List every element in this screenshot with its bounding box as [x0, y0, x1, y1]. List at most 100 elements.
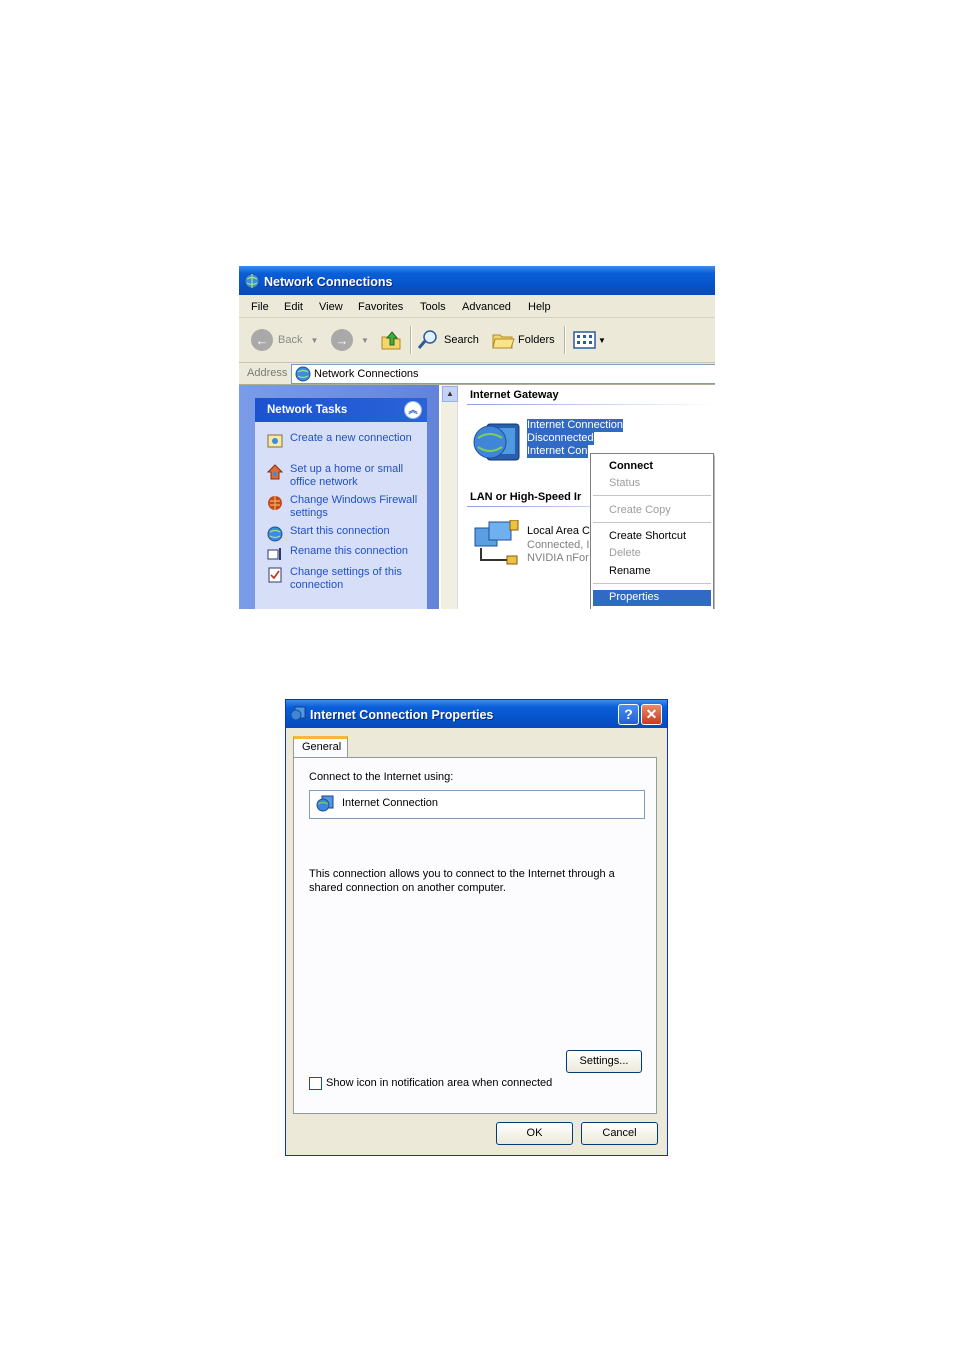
up-folder-icon[interactable] [380, 329, 402, 351]
back-dropdown-icon[interactable]: ▼ [310, 336, 318, 345]
menu-favorites[interactable]: Favorites [358, 301, 403, 313]
search-icon [417, 330, 437, 349]
views-dropdown-icon: ▼ [598, 335, 606, 345]
menu-item-properties[interactable]: Properties [593, 590, 711, 606]
description-line-2: shared connection on another computer. [309, 882, 506, 894]
task-label: Rename this connection [290, 545, 409, 557]
task-firewall[interactable]: Change Windows Firewall settings [267, 494, 423, 520]
network-globe-icon [295, 366, 311, 382]
views-icon [573, 331, 596, 349]
address-value: Network Connections [314, 368, 419, 380]
menu-item-properties-label: Properties [609, 591, 660, 603]
task-label: Change Windows Firewall settings [290, 494, 418, 519]
connection-icon [290, 706, 306, 721]
menu-item-status[interactable]: Status [609, 477, 640, 489]
gateway-status[interactable]: Disconnected [527, 432, 594, 445]
menu-item-connect[interactable]: Connect [609, 460, 653, 472]
toolbar-separator [410, 326, 412, 354]
globe-icon [267, 526, 283, 542]
connect-using-label: Connect to the Internet using: [309, 771, 454, 783]
forward-button[interactable]: → ▼ [331, 329, 369, 351]
task-label: Start this connection [290, 525, 390, 537]
help-button[interactable]: ? [618, 704, 639, 725]
window-title: Network Connections [264, 275, 393, 289]
forward-dropdown-icon[interactable]: ▼ [361, 336, 369, 345]
title-bar[interactable]: Network Connections [239, 266, 715, 295]
connection-name: Internet Connection [342, 797, 439, 809]
group-internet-gateway: Internet Gateway [470, 389, 559, 401]
tab-general[interactable]: General [293, 736, 348, 757]
show-icon-label[interactable]: Show icon in notification area when conn… [326, 1077, 552, 1089]
menu-item-create-copy[interactable]: Create Copy [609, 504, 671, 516]
description-line-1: This connection allows you to connect to… [309, 868, 615, 880]
menu-separator [593, 522, 711, 523]
task-pane: Network Tasks ︽ Create a new connection … [239, 385, 439, 609]
network-tasks-box: Network Tasks ︽ Create a new connection … [255, 398, 427, 609]
internet-connection-properties-dialog: Internet Connection Properties ? ✕ Gener… [285, 699, 668, 1156]
gateway-name[interactable]: Internet Connection [527, 419, 624, 432]
network-globe-icon [244, 273, 260, 289]
gateway-type[interactable]: Internet Con [527, 445, 588, 458]
ok-button[interactable]: OK [496, 1122, 573, 1145]
cancel-button[interactable]: Cancel [581, 1122, 658, 1145]
group-lan: LAN or High-Speed Ir [470, 491, 582, 503]
search-button[interactable]: Search [417, 329, 479, 351]
dialog-title: Internet Connection Properties [310, 708, 494, 722]
address-bar: Address Network Connections [239, 363, 715, 385]
menu-item-delete[interactable]: Delete [609, 547, 641, 559]
back-button[interactable]: ← Back ▼ [251, 329, 318, 351]
home-network-icon [267, 464, 283, 480]
menu-item-rename[interactable]: Rename [609, 565, 651, 577]
task-label: Set up a home or small office network [290, 463, 404, 488]
menu-item-create-shortcut[interactable]: Create Shortcut [609, 530, 686, 542]
context-menu: Connect Status Create Copy Create Shortc… [590, 453, 714, 609]
menu-help[interactable]: Help [528, 301, 551, 313]
local-area-connection-icon[interactable] [471, 520, 521, 570]
menu-separator [593, 495, 711, 496]
search-label: Search [444, 334, 479, 346]
internet-connection-icon[interactable] [473, 420, 523, 470]
menu-edit[interactable]: Edit [284, 301, 303, 313]
views-button[interactable]: ▼ [573, 329, 606, 351]
toolbar-separator [564, 326, 566, 354]
task-label: Change settings of this connection [290, 566, 402, 591]
task-label: Create a new connection [290, 432, 412, 444]
collapse-chevron-icon[interactable]: ︽ [404, 401, 422, 419]
folders-button[interactable]: Folders [491, 329, 555, 351]
task-create-connection[interactable]: Create a new connection [267, 432, 423, 449]
rename-icon [267, 548, 281, 560]
general-tab-panel: Connect to the Internet using: Internet … [293, 757, 657, 1114]
vertical-scrollbar[interactable]: ▲ [441, 385, 458, 609]
back-label: Back [278, 334, 303, 346]
network-tasks-header[interactable]: Network Tasks ︽ [255, 398, 427, 422]
close-button[interactable]: ✕ [641, 704, 662, 725]
network-tasks-title: Network Tasks [267, 404, 348, 416]
lan-status: Connected, I [527, 539, 590, 551]
firewall-icon [268, 496, 282, 510]
menu-bar: File Edit View Favorites Tools Advanced … [239, 295, 715, 318]
task-home-network[interactable]: Set up a home or small office network [267, 463, 423, 489]
lan-device: NVIDIA nFor [527, 552, 589, 564]
connection-device-field: Internet Connection [309, 790, 645, 819]
group-divider [467, 404, 715, 405]
menu-file[interactable]: File [251, 301, 269, 313]
menu-advanced[interactable]: Advanced [462, 301, 511, 313]
task-change-settings[interactable]: Change settings of this connection [267, 566, 423, 592]
menu-view[interactable]: View [319, 301, 343, 313]
lan-name[interactable]: Local Area C [527, 525, 590, 538]
menu-separator [593, 583, 711, 584]
folders-label: Folders [518, 334, 555, 346]
settings-icon [268, 567, 282, 583]
toolbar: ← Back ▼ → ▼ Search Folders ▼ [239, 318, 715, 363]
menu-tools[interactable]: Tools [420, 301, 446, 313]
task-start-connection[interactable]: Start this connection [267, 525, 423, 542]
settings-button[interactable]: Settings... [566, 1050, 642, 1073]
tab-general-label: General [302, 741, 342, 753]
scroll-up-icon[interactable]: ▲ [442, 386, 458, 402]
task-rename-connection[interactable]: Rename this connection [267, 545, 423, 562]
address-field[interactable]: Network Connections [291, 364, 715, 384]
show-icon-checkbox[interactable] [309, 1077, 322, 1090]
back-arrow-icon: ← [251, 329, 273, 351]
dialog-title-bar[interactable]: Internet Connection Properties ? ✕ [286, 700, 667, 728]
address-label: Address [247, 367, 288, 379]
